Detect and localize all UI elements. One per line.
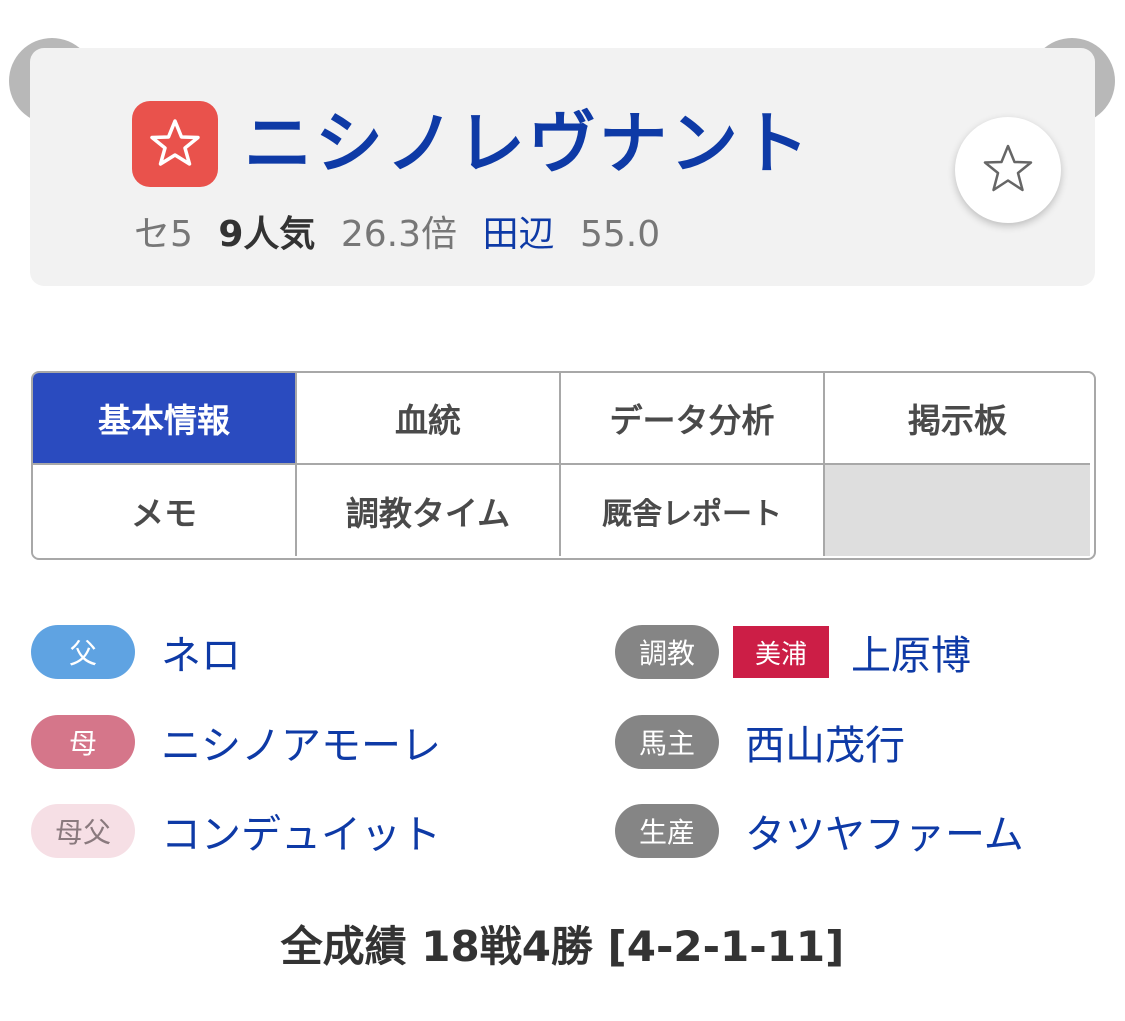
tab-data-analysis[interactable]: データ分析 [561, 373, 825, 465]
sire-tag: 父 [31, 625, 135, 679]
sire-name-link[interactable]: ネロ [161, 623, 241, 681]
damsire-tag: 母父 [31, 804, 135, 858]
sex-age: セ5 [134, 214, 193, 255]
tab-basic-info[interactable]: 基本情報 [33, 373, 297, 465]
horse-tabs: 基本情報 血統 データ分析 掲示板 メモ 調教タイム 厩舎レポート [31, 371, 1096, 560]
tab-bulletin-board[interactable]: 掲示板 [825, 373, 1090, 465]
star-outline-icon [150, 119, 200, 166]
trainer-tag: 調教 [615, 625, 719, 679]
breeder-name-link[interactable]: タツヤファーム [745, 802, 1024, 860]
owner-name-link[interactable]: 西山茂行 [745, 713, 905, 771]
carried-weight: 55.0 [579, 214, 661, 255]
prediction-mark-button[interactable] [132, 101, 218, 187]
trainer-row: 調教 美浦 上原博 [615, 624, 971, 680]
sire-row: 父 ネロ [31, 624, 241, 680]
star-outline-icon [983, 144, 1033, 192]
breeder-row: 生産 タツヤファーム [615, 803, 1024, 859]
owner-row: 馬主 西山茂行 [615, 714, 905, 770]
breeder-tag: 生産 [615, 804, 719, 858]
career-record: 全成績 18戦4勝 [4-2-1-11] [280, 922, 845, 971]
tab-memo[interactable]: メモ [33, 465, 297, 556]
dam-name-link[interactable]: ニシノアモーレ [161, 713, 441, 771]
trainer-name-link[interactable]: 上原博 [851, 623, 971, 681]
trainer-region-badge: 美浦 [733, 626, 829, 678]
popularity: 9人気 [218, 214, 316, 255]
horse-meta-row: セ5 9人気 26.3倍 田辺 55.0 [134, 207, 674, 263]
dam-row: 母 ニシノアモーレ [31, 714, 441, 770]
jockey-link[interactable]: 田辺 [483, 214, 555, 255]
tab-training-time[interactable]: 調教タイム [297, 465, 561, 556]
tab-empty-cell [825, 465, 1090, 556]
damsire-row: 母父 コンデュイット [31, 803, 441, 859]
damsire-name-link[interactable]: コンデュイット [161, 802, 441, 860]
owner-tag: 馬主 [615, 715, 719, 769]
tab-pedigree[interactable]: 血統 [297, 373, 561, 465]
favorite-button[interactable] [955, 117, 1061, 223]
tab-stable-report[interactable]: 厩舎レポート [561, 465, 825, 556]
dam-tag: 母 [31, 715, 135, 769]
odds: 26.3倍 [340, 214, 458, 255]
horse-name: ニシノレヴナント [244, 105, 813, 184]
